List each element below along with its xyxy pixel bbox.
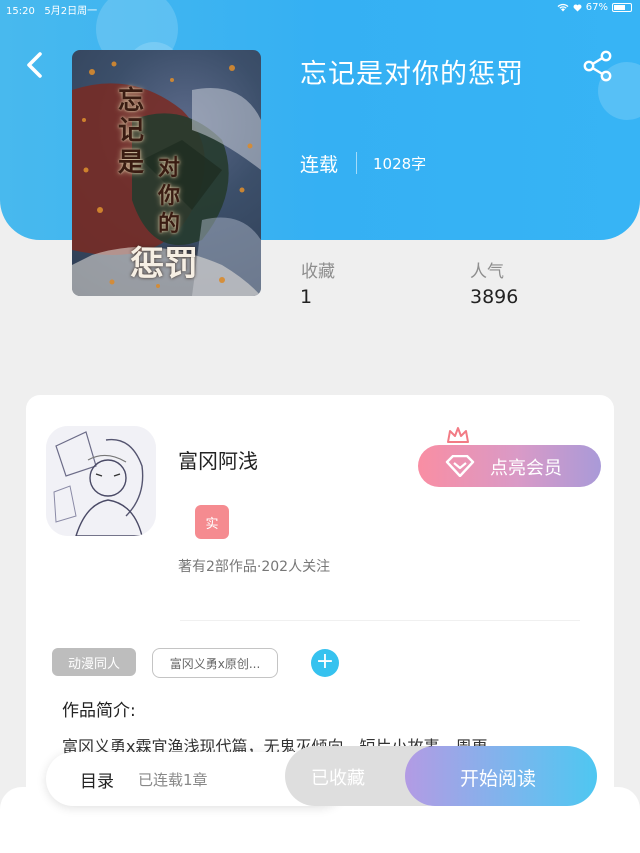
author-name[interactable]: 富冈阿浅 — [178, 445, 258, 474]
battery-icon — [612, 3, 632, 12]
tag-category[interactable]: 动漫同人 — [52, 648, 136, 676]
back-arrow-icon — [27, 52, 42, 78]
verified-badge: 实 — [195, 505, 229, 539]
author-avatar[interactable] — [46, 426, 156, 536]
card-divider — [180, 620, 580, 621]
heart-icon — [573, 4, 582, 12]
stat-value-popularity: 3896 — [470, 286, 519, 308]
toc-chapter-count: 已连载1章 — [138, 771, 208, 789]
stat-label-popularity: 人气 — [470, 262, 504, 282]
status-bar: 15:20 5月2日周一 67% — [0, 0, 640, 17]
tag-topic[interactable]: 富冈义勇x原创... — [152, 648, 278, 678]
book-cover[interactable]: 忘 记 是 对 你 的 惩罚 — [72, 50, 261, 296]
share-button[interactable] — [582, 50, 614, 82]
add-tag-button[interactable]: + — [311, 649, 339, 677]
vip-button[interactable]: 点亮会员 — [418, 445, 601, 487]
cover-title-main: 惩罚 — [130, 244, 198, 284]
status-time-date: 15:20 5月2日周一 — [6, 2, 97, 17]
share-icon — [583, 50, 612, 82]
crown-icon — [447, 427, 469, 443]
divider — [356, 152, 357, 174]
back-button[interactable] — [22, 50, 50, 80]
battery-percent: 67% — [585, 2, 608, 13]
word-count: 1028字 — [373, 155, 427, 173]
status-indicators: 67% — [557, 2, 632, 13]
vip-button-label: 点亮会员 — [490, 458, 562, 479]
author-meta: 著有2部作品·202人关注 — [178, 559, 331, 575]
battery-fill — [614, 5, 625, 10]
book-title: 忘记是对你的惩罚 — [300, 59, 524, 90]
toc-label: 目录 — [80, 772, 114, 792]
stat-label-favorites: 收藏 — [301, 262, 335, 282]
avatar-artwork — [46, 426, 156, 536]
intro-heading: 作品简介: — [62, 701, 136, 721]
cover-title-char: 的 — [158, 211, 181, 237]
status-date: 5月2日周一 — [44, 6, 98, 17]
stat-value-favorites: 1 — [300, 286, 313, 308]
status-time: 15:20 — [6, 6, 35, 17]
diamond-icon — [445, 455, 475, 477]
start-reading-button[interactable]: 开始阅读 — [405, 746, 597, 806]
start-reading-label: 开始阅读 — [460, 768, 537, 790]
plus-icon: + — [315, 649, 335, 674]
book-status: 连载 — [300, 154, 339, 176]
wifi-icon — [557, 3, 569, 12]
cover-title-char: 是 — [118, 148, 145, 178]
favorited-label: 已收藏 — [311, 768, 365, 789]
